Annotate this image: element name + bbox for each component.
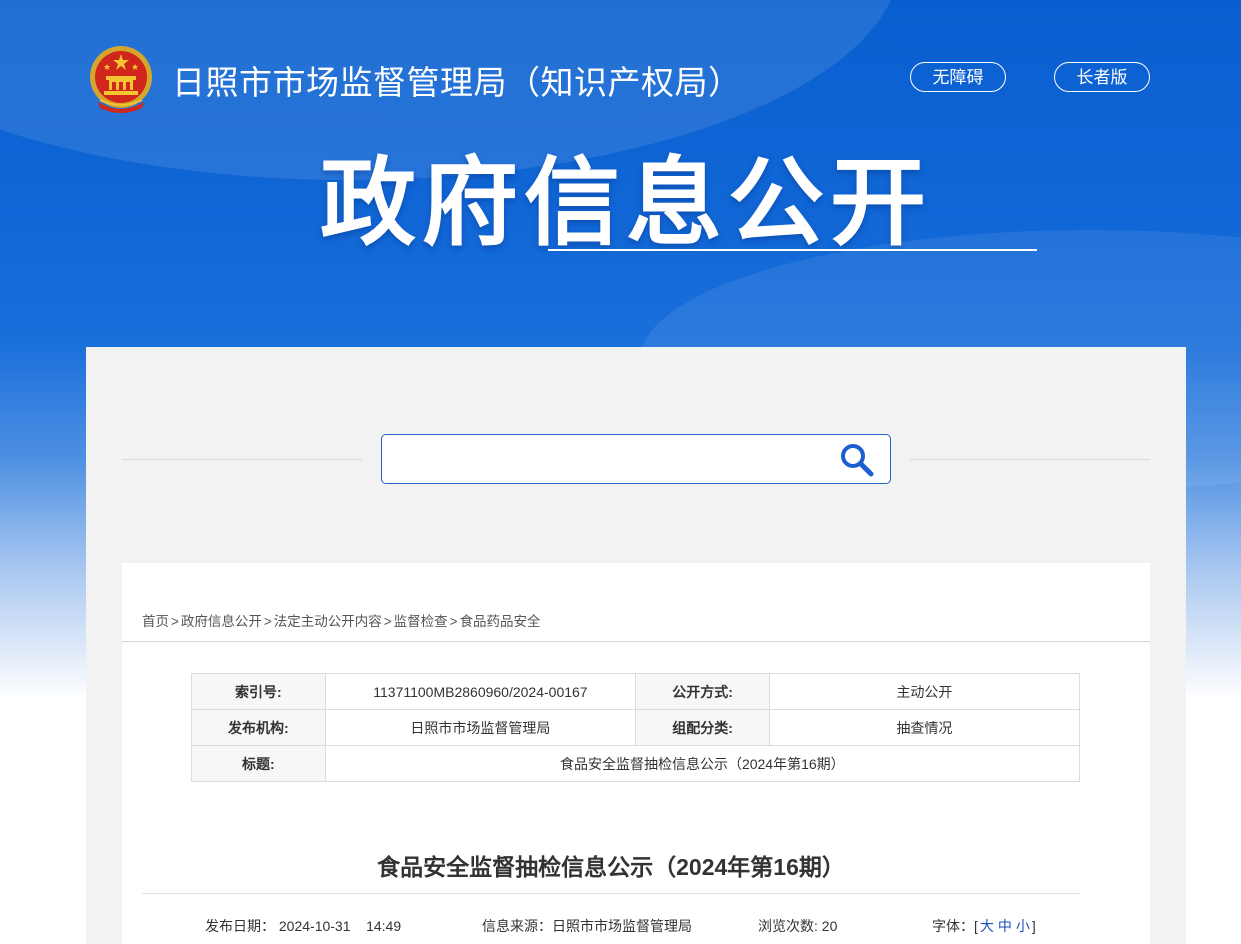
open-mode-label: 公开方式: bbox=[635, 673, 770, 710]
open-mode-value: 主动公开 bbox=[768, 673, 1081, 710]
title-value: 食品安全监督抽检信息公示（2024年第16期） bbox=[324, 745, 1081, 782]
breadcrumb-separator: > bbox=[263, 614, 272, 629]
search-divider-left bbox=[122, 459, 362, 460]
article-divider bbox=[142, 893, 1080, 894]
views-label: 浏览次数: bbox=[758, 918, 818, 934]
elderly-mode-button[interactable]: 长者版 bbox=[1054, 62, 1150, 92]
search-icon[interactable] bbox=[838, 441, 876, 479]
publisher-label: 发布机构: bbox=[191, 709, 326, 746]
breadcrumb-food-drug[interactable]: 食品药品安全 bbox=[460, 614, 541, 629]
breadcrumb-home[interactable]: 首页 bbox=[142, 614, 169, 629]
article-title: 食品安全监督抽检信息公示（2024年第16期） bbox=[377, 854, 845, 880]
table-row: 标题: 食品安全监督抽检信息公示（2024年第16期） bbox=[191, 745, 1081, 782]
views-count: 20 bbox=[821, 918, 838, 934]
category-value: 抽查情况 bbox=[768, 709, 1081, 746]
bracket-close: ] bbox=[1031, 918, 1036, 934]
content-area: 首页 > 政府信息公开 > 法定主动公开内容 > 监督检查 > 食品药品安全 索引号: 1137… bbox=[122, 563, 1150, 944]
breadcrumb-supervision[interactable]: 监督检查 bbox=[394, 614, 448, 629]
national-emblem-icon bbox=[90, 46, 152, 113]
site-title: 日照市市场监督管理局（知识产权局） bbox=[172, 64, 742, 101]
breadcrumb-divider bbox=[122, 641, 1150, 642]
breadcrumb-gov-info[interactable]: 政府信息公开 bbox=[181, 614, 262, 629]
source-value: 日照市市场监督管理局 bbox=[552, 918, 692, 934]
breadcrumb-separator: > bbox=[171, 614, 179, 629]
category-label: 组配分类: bbox=[635, 709, 770, 746]
table-row: 发布机构: 日照市市场监督管理局 组配分类: 抽查情况 bbox=[191, 709, 1081, 746]
search-box bbox=[381, 434, 891, 484]
title-underline bbox=[548, 249, 1037, 251]
section-title: 政府信息公开 bbox=[320, 150, 932, 257]
index-label: 索引号: bbox=[191, 673, 326, 710]
index-value: 11371100MB2860960/2024-00167 bbox=[324, 673, 637, 710]
font-size-label: 字体： bbox=[932, 918, 974, 934]
source-info: 信息来源：日照市市场监督管理局 bbox=[482, 916, 692, 936]
breadcrumb: 首页 > 政府信息公开 > 法定主动公开内容 > 监督检查 > 食品药品安全 bbox=[142, 610, 541, 630]
bracket-open: [ bbox=[974, 918, 978, 934]
publish-time: 14:49 bbox=[366, 918, 402, 934]
breadcrumb-separator: > bbox=[383, 614, 392, 629]
font-medium-button[interactable]: 中 bbox=[998, 918, 1012, 934]
font-size-control: 字体：[大中小] bbox=[932, 916, 1036, 936]
publish-date-label: 发布日期： bbox=[205, 918, 275, 934]
breadcrumb-separator: > bbox=[449, 614, 458, 629]
table-row: 索引号: 11371100MB2860960/2024-00167 公开方式: … bbox=[191, 673, 1081, 710]
publisher-value: 日照市市场监督管理局 bbox=[324, 709, 637, 746]
font-large-button[interactable]: 大 bbox=[980, 918, 994, 934]
views-info: 浏览次数: 20 bbox=[758, 916, 837, 936]
search-divider-right bbox=[910, 459, 1150, 460]
metadata-table: 索引号: 11371100MB2860960/2024-00167 公开方式: … bbox=[191, 673, 1081, 782]
publish-date: 2024-10-31 bbox=[278, 918, 351, 934]
accessibility-button[interactable]: 无障碍 bbox=[910, 62, 1006, 92]
main-panel: 首页 > 政府信息公开 > 法定主动公开内容 > 监督检查 > 食品药品安全 索引号: 1137… bbox=[86, 347, 1186, 944]
publish-date-info: 发布日期： 2024-10-31 14:49 bbox=[205, 916, 401, 936]
font-small-button[interactable]: 小 bbox=[1016, 918, 1030, 934]
source-label: 信息来源： bbox=[482, 918, 552, 934]
title-label: 标题: bbox=[191, 745, 326, 782]
breadcrumb-statutory[interactable]: 法定主动公开内容 bbox=[274, 614, 382, 629]
search-input[interactable] bbox=[390, 443, 824, 477]
